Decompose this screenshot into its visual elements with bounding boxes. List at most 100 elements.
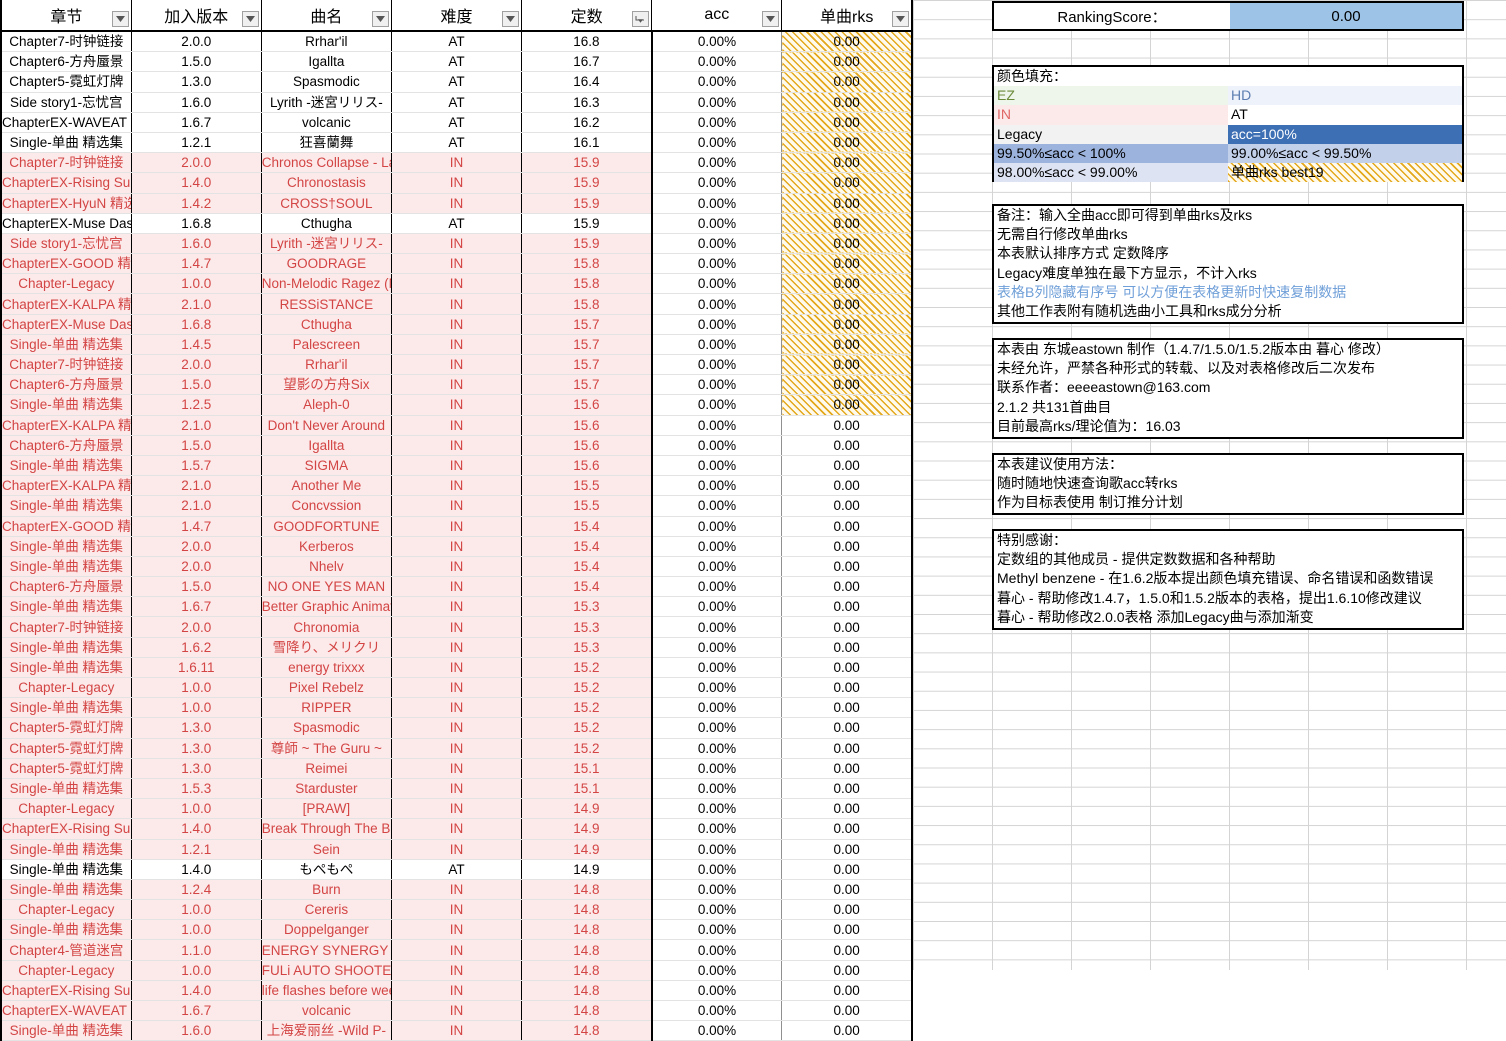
cell-acc[interactable]: 0.00% — [651, 879, 783, 901]
cell-acc[interactable]: 0.00% — [651, 637, 783, 658]
table-row[interactable]: ChapterEX-KALPA 精选集2.1.0Another MeIN15.5… — [0, 475, 914, 497]
table-row[interactable]: Chapter4-管道迷宫1.1.0ENERGY SYNERGY MATRIXI… — [0, 939, 914, 961]
cell-acc[interactable]: 0.00% — [651, 71, 783, 93]
column-header-version[interactable]: 加入版本 — [131, 0, 262, 32]
cell-acc[interactable]: 0.00% — [651, 657, 783, 679]
cell-acc[interactable]: 0.00% — [651, 374, 783, 396]
cell-acc[interactable]: 0.00% — [651, 293, 783, 315]
table-row[interactable]: Chapter-Legacy1.0.0Non-Melodic Ragez (MU… — [0, 273, 914, 295]
filter-dropdown-acc-icon[interactable] — [762, 11, 780, 27]
table-row[interactable]: Single-单曲 精选集 1.4.0 もぺもぺ AT 14.9 0.00% 0.00 — [0, 859, 914, 880]
cell-acc[interactable]: 0.00% — [651, 778, 783, 800]
table-row[interactable]: Chapter7-时钟链接 2.0.0 Rrhar'il AT 16.8 0.00% 0.0… — [0, 31, 914, 53]
table-row[interactable]: Chapter6-方舟蜃景 1.5.0 NO ONE YES MAN IN 15.4 0.… — [0, 576, 914, 598]
filter-dropdown-difficulty-icon[interactable] — [502, 11, 520, 27]
cell-acc[interactable]: 0.00% — [651, 980, 783, 1002]
table-row[interactable]: ChapterEX-GOOD 精选集1.4.7GOODFORTUNEIN15.4… — [0, 516, 914, 537]
table-row[interactable]: Chapter-Legacy 1.0.0 FULi AUTO SHOOTER IN 14… — [0, 960, 914, 981]
table-row[interactable]: Chapter7-时钟链接2.0.0Chronos Collapse - La … — [0, 152, 914, 174]
cell-acc[interactable]: 0.00% — [651, 334, 783, 356]
cell-acc[interactable]: 0.00% — [651, 818, 783, 840]
cell-acc[interactable]: 0.00% — [651, 738, 783, 759]
table-row[interactable]: Chapter7-时钟链接 2.0.0 Rrhar'il IN 15.7 0.00% 0.0… — [0, 354, 914, 376]
cell-acc[interactable]: 0.00% — [651, 132, 783, 154]
table-row[interactable]: Chapter7-时钟链接 2.0.0 Chronomia IN 15.3 0.00% 0.… — [0, 616, 914, 638]
cell-acc[interactable]: 0.00% — [651, 172, 783, 194]
table-row[interactable]: Single-单曲 精选集 1.5.3 Starduster IN 15.1 0.00% 0… — [0, 778, 914, 800]
cell-acc[interactable]: 0.00% — [651, 899, 783, 921]
cell-acc[interactable]: 0.00% — [651, 112, 783, 133]
table-row[interactable]: ChapterEX-HyuN 精选集1.4.2CROSS†SOULIN15.90… — [0, 193, 914, 214]
table-row[interactable]: Single-单曲 精选集 1.5.7 SIGMA IN 15.6 0.00% 0.00 — [0, 455, 914, 477]
table-row[interactable]: Single-单曲 精选集 1.2.1 Sein IN 14.9 0.00% 0.00 — [0, 839, 914, 860]
cell-acc[interactable]: 0.00% — [651, 394, 783, 416]
cell-acc[interactable]: 0.00% — [651, 213, 783, 234]
cell-acc[interactable]: 0.00% — [651, 233, 783, 255]
table-row[interactable]: Chapter5-霓虹灯牌 1.3.0 Spasmodic AT 16.4 0.00% 0.… — [0, 71, 914, 93]
table-row[interactable]: ChapterEX-WAVEAT 精选集1.6.7volcanicAT16.20… — [0, 112, 914, 133]
cell-acc[interactable]: 0.00% — [651, 677, 783, 699]
cell-acc[interactable]: 0.00% — [651, 495, 783, 517]
column-header-rks[interactable]: 单曲rks — [781, 0, 914, 32]
table-row[interactable]: Chapter5-霓虹灯牌 1.3.0 Reimei IN 15.1 0.00% 0.00 — [0, 758, 914, 779]
table-row[interactable]: ChapterEX-Muse Dash 精选集1.6.8CthughaIN15.… — [0, 314, 914, 335]
table-row[interactable]: Single-单曲 精选集 2.0.0 Kerberos IN 15.4 0.00% 0.0… — [0, 536, 914, 557]
cell-acc[interactable]: 0.00% — [651, 1000, 783, 1022]
table-row[interactable]: Side story1-忘忧宫 1.6.0 Lyrith -迷宮リリス- IN 15.9… — [0, 233, 914, 255]
table-row[interactable]: Chapter6-方舟蜃景 1.5.0 望影の方舟Six IN 15.7 0.00% 0.0… — [0, 374, 914, 396]
cell-acc[interactable]: 0.00% — [651, 51, 783, 73]
table-row[interactable]: Chapter6-方舟蜃景 1.5.0 Igallta AT 16.7 0.00% 0.00 — [0, 51, 914, 73]
cell-acc[interactable]: 0.00% — [651, 193, 783, 214]
table-row[interactable]: Single-单曲 精选集 2.1.0 Concvssion IN 15.5 0.00% 0… — [0, 495, 914, 517]
ranking-score-value[interactable]: 0.00 — [1230, 3, 1462, 29]
cell-acc[interactable]: 0.00% — [651, 152, 783, 174]
table-row[interactable]: ChapterEX-GOOD 精选集1.4.7GOODRAGEIN15.80.0… — [0, 253, 914, 275]
column-header-acc[interactable]: acc — [651, 0, 783, 32]
table-row[interactable]: Single-单曲 精选集1.6.7Better Graphic Animati… — [0, 596, 914, 618]
cell-acc[interactable]: 0.00% — [651, 919, 783, 941]
table-row[interactable]: Single-单曲 精选集 1.4.5 Palescreen IN 15.7 0.00% 0… — [0, 334, 914, 356]
table-row[interactable]: Chapter5-霓虹灯牌 1.3.0 Spasmodic IN 15.2 0.00% 0.… — [0, 717, 914, 739]
filter-dropdown-chapter-icon[interactable] — [111, 11, 129, 27]
table-row[interactable]: ChapterEX-KALPA 精选集2.1.0RESSiSTANCEIN15.… — [0, 293, 914, 315]
sort-descending-constant-icon[interactable] — [632, 11, 650, 27]
cell-acc[interactable]: 0.00% — [651, 859, 783, 880]
cell-acc[interactable]: 0.00% — [651, 273, 783, 295]
column-header-song[interactable]: 曲名 — [261, 0, 392, 32]
cell-acc[interactable]: 0.00% — [651, 354, 783, 376]
table-row[interactable]: ChapterEX-Rising Sun Traxx 精选集1.4.0life … — [0, 980, 914, 1002]
cell-acc[interactable]: 0.00% — [651, 576, 783, 598]
cell-acc[interactable]: 0.00% — [651, 314, 783, 335]
table-row[interactable]: Single-单曲 精选集 1.2.4 Burn IN 14.8 0.00% 0.00 — [0, 879, 914, 901]
cell-acc[interactable]: 0.00% — [651, 556, 783, 578]
table-row[interactable]: Chapter-Legacy 1.0.0 [PRAW] IN 14.9 0.00% 0.00 — [0, 798, 914, 820]
table-row[interactable]: Chapter5-霓虹灯牌 1.3.0 尊師 ~ The Guru ~ IN 15.2 0… — [0, 738, 914, 759]
cell-acc[interactable]: 0.00% — [651, 415, 783, 436]
cell-acc[interactable]: 0.00% — [651, 516, 783, 537]
table-row[interactable]: Chapter-Legacy 1.0.0 Pixel Rebelz IN 15.2 0.0… — [0, 677, 914, 699]
cell-acc[interactable]: 0.00% — [651, 960, 783, 981]
cell-acc[interactable]: 0.00% — [651, 697, 783, 719]
filter-dropdown-version-icon[interactable] — [241, 11, 259, 27]
table-row[interactable]: ChapterEX-KALPA 精选集2.1.0Don't Never Arou… — [0, 415, 914, 436]
cell-acc[interactable]: 0.00% — [651, 475, 783, 497]
cell-acc[interactable]: 0.00% — [651, 92, 783, 113]
table-row[interactable]: Single-单曲 精选集 1.6.2 雪降り、メリクリ IN 15.3 0.00% 0.0… — [0, 637, 914, 658]
column-header-difficulty[interactable]: 难度 — [391, 0, 523, 32]
filter-dropdown-song-icon[interactable] — [371, 11, 389, 27]
table-row[interactable]: ChapterEX-Muse Dash 精选集1.6.8CthughaAT15.… — [0, 213, 914, 234]
cell-acc[interactable]: 0.00% — [651, 939, 783, 961]
cell-acc[interactable]: 0.00% — [651, 758, 783, 779]
table-row[interactable]: Single-单曲 精选集 2.0.0 Nhelv IN 15.4 0.00% 0.00 — [0, 556, 914, 578]
cell-acc[interactable]: 0.00% — [651, 536, 783, 557]
table-row[interactable]: ChapterEX-WAVEAT 精选集1.6.7volcanicIN14.80… — [0, 1000, 914, 1022]
table-row[interactable]: Single-单曲 精选集 1.0.0 Doppelganger IN 14.8 0.00… — [0, 919, 914, 941]
column-header-chapter[interactable]: 章节 — [0, 0, 132, 32]
table-row[interactable]: Single-单曲 精选集 1.2.1 狂喜蘭舞 AT 16.1 0.00% 0.00 — [0, 132, 914, 154]
table-row[interactable]: Single-单曲 精选集 1.0.0 RIPPER IN 15.2 0.00% 0.00 — [0, 697, 914, 719]
cell-acc[interactable]: 0.00% — [651, 616, 783, 638]
cell-acc[interactable]: 0.00% — [651, 1020, 783, 1041]
table-row[interactable]: Single-单曲 精选集 1.2.5 Aleph-0 IN 15.6 0.00% 0.00 — [0, 394, 914, 416]
cell-acc[interactable]: 0.00% — [651, 435, 783, 456]
table-row[interactable]: ChapterEX-Rising Sun Traxx 精选集1.4.0Chron… — [0, 172, 914, 194]
